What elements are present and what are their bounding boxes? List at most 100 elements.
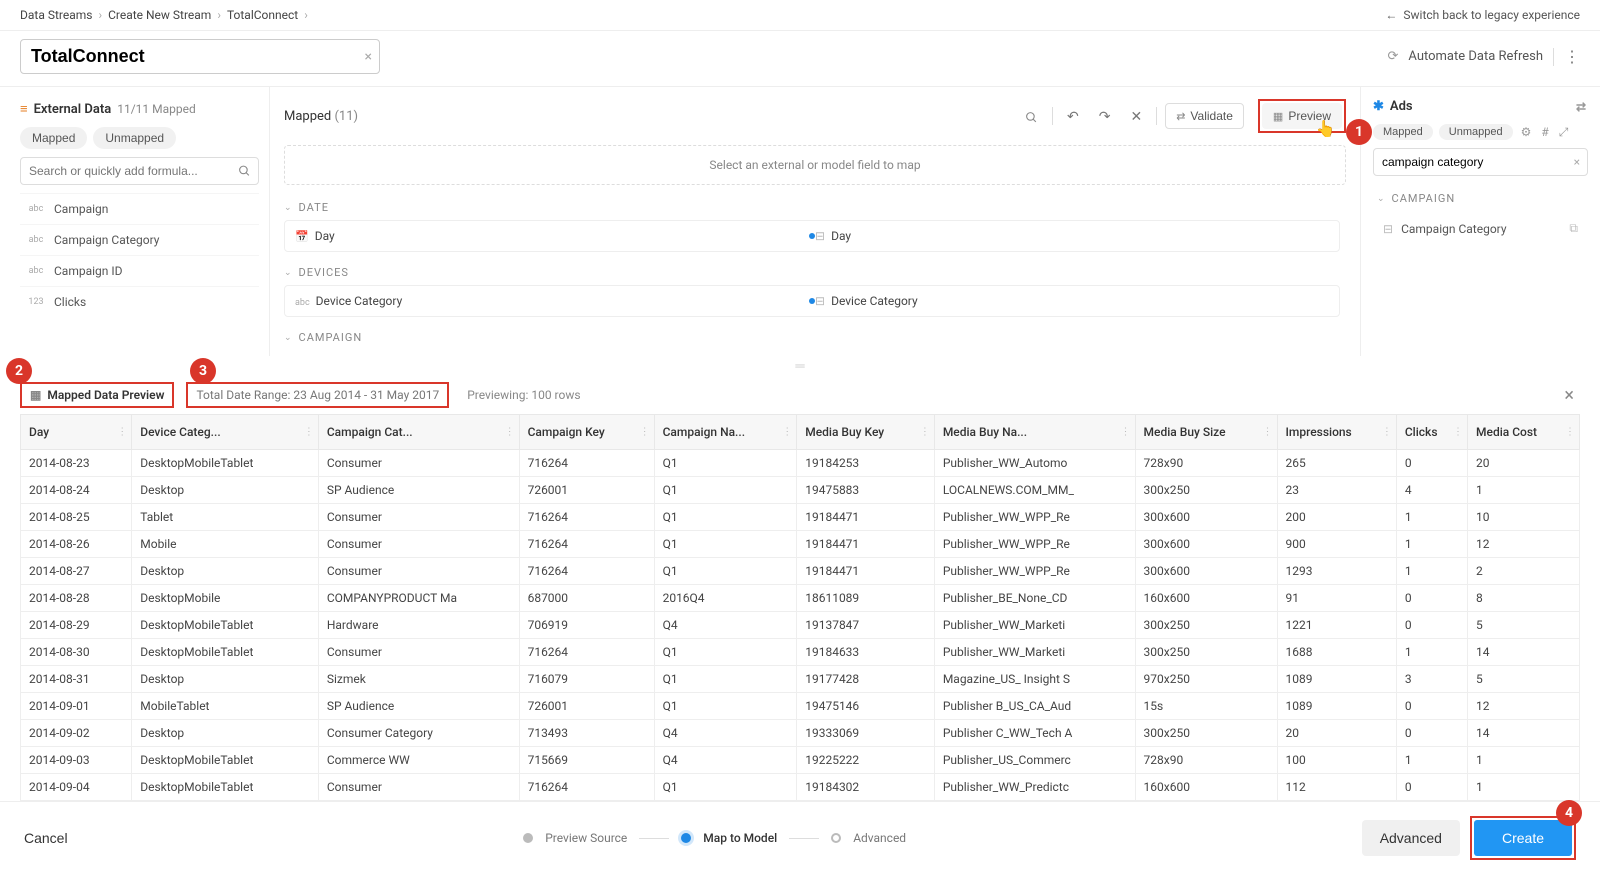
field-row[interactable]: abcCampaign ID [20,255,259,286]
step-advanced[interactable]: Advanced [853,831,906,845]
table-cell: 2014-08-29 [21,612,132,639]
step-map-to-model[interactable]: Map to Model [703,831,777,845]
table-cell: 19184302 [797,774,935,801]
switch-legacy-link[interactable]: ← Switch back to legacy experience [1385,8,1580,22]
ads-title: Ads [1390,99,1413,114]
step-line [789,838,819,839]
crumb-create-new[interactable]: Create New Stream [108,8,211,22]
callout-4: 4 [1556,800,1582,826]
table-cell: 0 [1396,774,1467,801]
field-row[interactable]: abcCampaign [20,193,259,224]
field-name: Campaign ID [54,264,123,278]
kebab-menu-icon[interactable]: ⋮ [1564,47,1580,66]
mapping-panel: Mapped (11) ↶ ↷ ✕ ⇄ Validate ▦ Preview 👆… [270,87,1360,356]
search-icon[interactable] [1019,104,1044,128]
column-header[interactable]: Media Buy Size⋮ [1135,415,1277,450]
table-cell: 20 [1277,720,1396,747]
table-cell: 2014-09-03 [21,747,132,774]
field-search-input[interactable] [20,157,259,185]
close-preview-icon[interactable]: × [1558,385,1580,406]
pill-mapped-right[interactable]: Mapped [1373,124,1433,140]
column-menu-icon[interactable]: ⋮ [920,427,930,438]
table-cell: 1 [1468,747,1580,774]
column-menu-icon[interactable]: ⋮ [117,427,127,438]
table-cell: 970x250 [1135,666,1277,693]
crumb-data-streams[interactable]: Data Streams [20,8,92,22]
table-cell: 713493 [519,720,654,747]
column-menu-icon[interactable]: ⋮ [1453,427,1463,438]
advanced-button[interactable]: Advanced [1362,820,1460,856]
map-group-label[interactable]: ⌄CAMPAIGN [284,325,1340,350]
table-cell: DesktopMobileTablet [132,747,319,774]
column-header[interactable]: Clicks⋮ [1396,415,1467,450]
map-group-label[interactable]: ⌄DEVICES [284,260,1340,285]
type-badge: 123 [26,297,46,307]
preview-table: Day⋮Device Categ...⋮Campaign Cat...⋮Camp… [20,414,1580,801]
column-menu-icon[interactable]: ⋮ [1263,427,1273,438]
column-menu-icon[interactable]: ⋮ [505,427,515,438]
cursor-icon: 👆 [1316,119,1336,138]
table-cell: 300x600 [1135,504,1277,531]
create-button[interactable]: Create [1474,820,1572,856]
column-header[interactable]: Campaign Cat...⋮ [318,415,519,450]
stack-icon: ≡ [20,101,28,117]
pill-unmapped[interactable]: Unmapped [93,127,176,149]
field-row[interactable]: 123Clicks [20,286,259,317]
collapse-icon[interactable]: ⤢ [1557,125,1571,140]
hash-icon[interactable]: # [1539,125,1550,139]
share-icon[interactable]: ⇄ [1574,100,1588,114]
column-header[interactable]: Campaign Key⋮ [519,415,654,450]
column-header[interactable]: Media Cost⋮ [1468,415,1580,450]
column-menu-icon[interactable]: ⋮ [304,427,314,438]
map-row[interactable]: 📅Day⊟Day [284,220,1340,252]
search-icon [238,164,251,179]
clear-search-icon[interactable]: × [1574,155,1580,169]
stream-title-input[interactable] [20,39,380,74]
redo-icon[interactable]: ↷ [1093,104,1117,129]
column-menu-icon[interactable]: ⋮ [782,427,792,438]
column-header[interactable]: Impressions⋮ [1277,415,1396,450]
table-cell: 2014-09-01 [21,693,132,720]
column-menu-icon[interactable]: ⋮ [640,427,650,438]
column-menu-icon[interactable]: ⋮ [1121,427,1131,438]
column-menu-icon[interactable]: ⋮ [1565,427,1575,438]
table-cell: Publisher_WW_Predictc [934,774,1135,801]
column-menu-icon[interactable]: ⋮ [1382,427,1392,438]
column-header[interactable]: Media Buy Key⋮ [797,415,935,450]
pill-unmapped-right[interactable]: Unmapped [1439,124,1513,140]
table-cell: 19475883 [797,477,935,504]
cancel-button[interactable]: Cancel [24,830,68,846]
column-header[interactable]: Media Buy Na...⋮ [934,415,1135,450]
map-row[interactable]: abcDevice Category⊟Device Category [284,285,1340,317]
step-dot-advanced[interactable] [831,833,841,843]
field-name: Campaign Category [54,233,159,247]
map-group-label[interactable]: ⌄DATE [284,195,1340,220]
table-cell: Consumer [318,504,519,531]
validate-button[interactable]: ⇄ Validate [1165,103,1244,129]
column-header[interactable]: Device Categ...⋮ [132,415,319,450]
column-header[interactable]: Campaign Na...⋮ [654,415,797,450]
table-cell: 1 [1396,504,1467,531]
table-cell: Q1 [654,531,797,558]
table-cell: 726001 [519,477,654,504]
field-row[interactable]: abcCampaign Category [20,224,259,255]
step-preview-source[interactable]: Preview Source [545,831,627,845]
step-dot-map[interactable] [681,833,691,843]
table-cell: Desktop [132,558,319,585]
table-cell: 1 [1396,639,1467,666]
pill-mapped[interactable]: Mapped [20,127,87,149]
campaign-category-item[interactable]: ⊟ Campaign Category ⧉ [1373,213,1588,244]
undo-icon[interactable]: ↶ [1061,104,1085,129]
close-icon[interactable]: ✕ [1124,104,1148,129]
ads-search-input[interactable] [1373,148,1588,176]
clear-title-icon[interactable]: × [365,49,372,65]
crumb-totalconnect[interactable]: TotalConnect [227,8,298,22]
campaign-group-toggle[interactable]: ⌄ CAMPAIGN [1373,184,1588,213]
automate-refresh-link[interactable]: Automate Data Refresh [1408,49,1543,64]
drag-handle-icon[interactable]: ═ [0,356,1600,376]
table-cell: Publisher_WW_Marketi [934,639,1135,666]
gear-icon[interactable]: ⚙ [1519,125,1534,139]
step-dot-preview-source[interactable] [523,833,533,843]
column-header[interactable]: Day⋮ [21,415,132,450]
table-cell: 91 [1277,585,1396,612]
